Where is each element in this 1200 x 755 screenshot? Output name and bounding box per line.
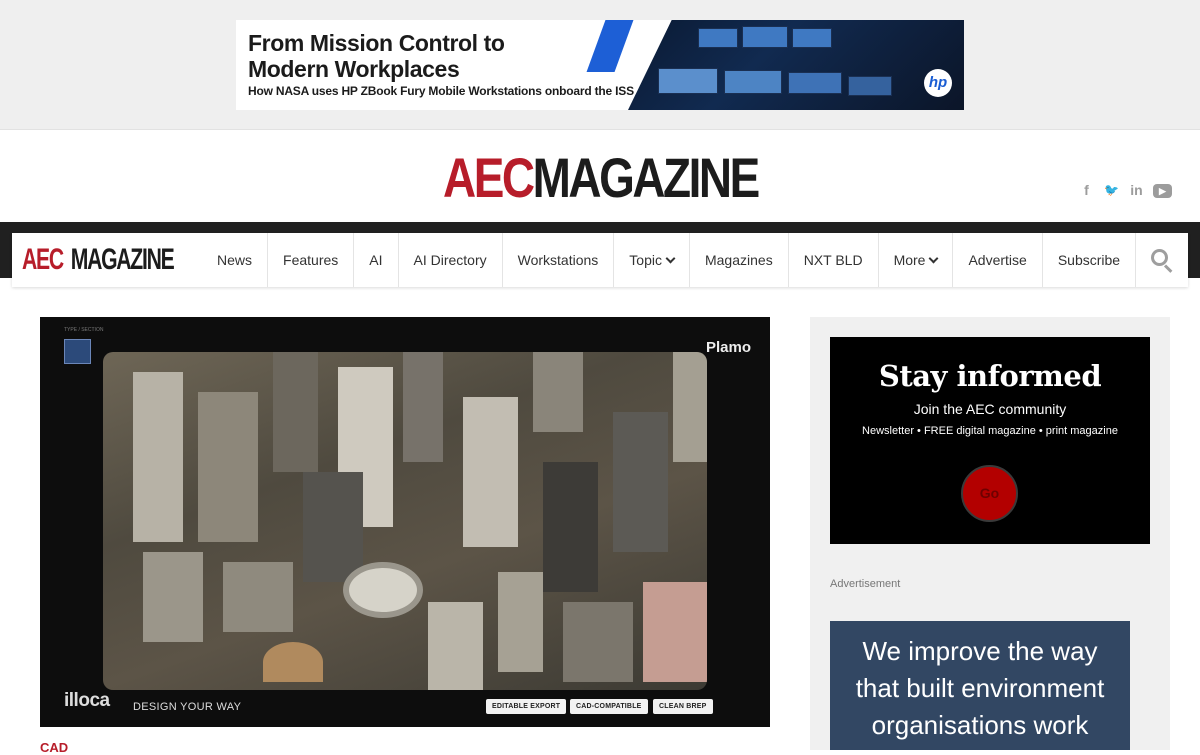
- featured-article-image[interactable]: TYPE / SECTION Plamo illoca DESIGN YOUR …: [40, 317, 770, 727]
- ui-decoration: TYPE / SECTION: [64, 327, 104, 333]
- ad-headline: From Mission Control to Modern Workplace…: [248, 30, 505, 82]
- nav-item-magazines[interactable]: Magazines: [690, 233, 789, 287]
- chevron-down-icon: [665, 253, 676, 263]
- logo-aec: AEC: [443, 146, 535, 209]
- main-nav: AEC MAGAZINE News Features AI AI Director…: [12, 233, 1188, 287]
- product-name: Plamo: [706, 339, 752, 356]
- nav-label: NXT BLD: [803, 252, 863, 268]
- ad-mission-control-photo: [628, 20, 964, 110]
- youtube-icon[interactable]: ▶: [1153, 184, 1172, 198]
- masthead: AECMAGAZINE f 🐦 in ▶: [0, 130, 1200, 222]
- tag-editable-export: EDITABLE EXPORT: [486, 699, 567, 714]
- nav-item-features[interactable]: Features: [268, 233, 355, 287]
- nav-logo-aec: AEC: [22, 243, 64, 276]
- nav-logo-magazine: MAGAZINE: [70, 243, 175, 276]
- search-icon: [1151, 249, 1173, 273]
- ad-stripe: [586, 20, 634, 72]
- nav-label: Features: [283, 252, 339, 268]
- nav-label: AI Directory: [413, 252, 487, 268]
- nav-label: Advertise: [968, 252, 1027, 268]
- product-ui-logo-icon: [64, 339, 91, 364]
- ad-subline: How NASA uses HP ZBook Fury Mobile Works…: [248, 84, 634, 98]
- social-links: f 🐦 in ▶: [1078, 182, 1172, 199]
- nav-label: Subscribe: [1057, 252, 1121, 268]
- brand-logo: illoca: [64, 690, 110, 711]
- hp-logo-icon: hp: [924, 69, 952, 97]
- nav-label: Workstations: [517, 252, 599, 268]
- sidebar-ad[interactable]: We improve the way that built environmen…: [830, 621, 1130, 750]
- nav-label: Magazines: [704, 252, 773, 268]
- logo-magazine: MAGAZINE: [532, 146, 761, 209]
- top-ad-container: From Mission Control to Modern Workplace…: [0, 0, 1200, 130]
- go-button[interactable]: Go: [961, 465, 1018, 522]
- nav-label: News: [217, 252, 253, 268]
- subscribe-widget: Stay informed Join the AEC community New…: [830, 337, 1150, 544]
- tagline: DESIGN YOUR WAY: [133, 701, 242, 713]
- linkedin-icon[interactable]: in: [1128, 182, 1145, 199]
- twitter-icon[interactable]: 🐦: [1103, 182, 1120, 199]
- nav-logo[interactable]: AEC MAGAZINE: [12, 233, 202, 287]
- search-button[interactable]: [1136, 233, 1188, 287]
- nav-item-workstations[interactable]: Workstations: [503, 233, 615, 287]
- nav-item-topic[interactable]: Topic: [614, 233, 690, 287]
- article-category[interactable]: CAD: [40, 740, 68, 755]
- site-logo[interactable]: AECMAGAZINE: [443, 146, 761, 209]
- nav-label: AI: [369, 252, 383, 268]
- stay-subtitle: Join the AEC community: [913, 401, 1067, 417]
- ad-text-line: We improve the way: [862, 636, 1098, 666]
- nav-item-nxt-bld[interactable]: NXT BLD: [789, 233, 879, 287]
- nav-item-more[interactable]: More: [879, 233, 954, 287]
- city-render: [103, 352, 707, 690]
- nav-item-subscribe[interactable]: Subscribe: [1043, 233, 1137, 287]
- nav-label: More: [893, 252, 926, 268]
- tag-cad-compatible: CAD-COMPATIBLE: [570, 699, 648, 714]
- top-banner-ad[interactable]: From Mission Control to Modern Workplace…: [236, 20, 964, 110]
- nav-item-ai[interactable]: AI: [354, 233, 399, 287]
- ad-headline-line2: Modern Workplaces: [248, 56, 460, 82]
- stay-description: Newsletter • FREE digital magazine • pri…: [862, 425, 1118, 437]
- tag-clean-brep: CLEAN BREP: [653, 699, 713, 714]
- advertisement-label: Advertisement: [830, 578, 901, 590]
- nav-label: Topic: [629, 252, 662, 268]
- nav-item-advertise[interactable]: Advertise: [953, 233, 1043, 287]
- ad-text-line: that built environment: [855, 673, 1105, 703]
- nav-item-news[interactable]: News: [202, 233, 269, 287]
- ad-headline-line1: From Mission Control to: [248, 30, 505, 56]
- nav-item-ai-directory[interactable]: AI Directory: [399, 233, 503, 287]
- facebook-icon[interactable]: f: [1078, 182, 1095, 199]
- ad-text-line: organisations work: [871, 710, 1089, 740]
- chevron-down-icon: [929, 253, 939, 263]
- stay-title: Stay informed: [878, 359, 1102, 393]
